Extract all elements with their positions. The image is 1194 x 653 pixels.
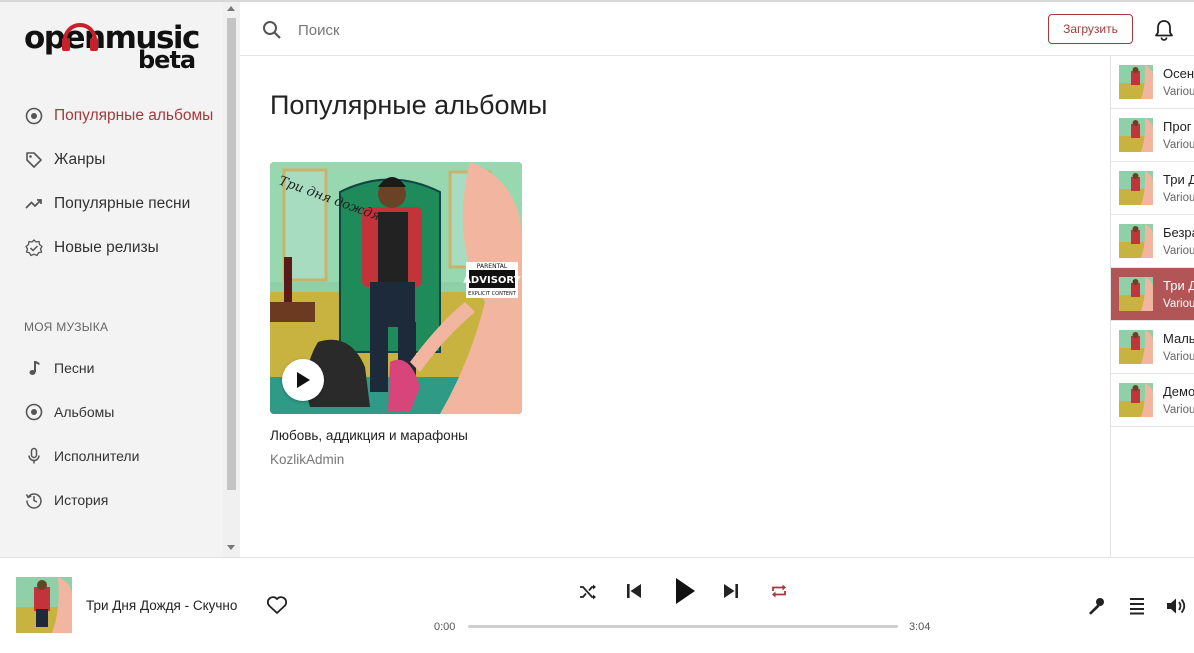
microphone-icon [24, 446, 44, 466]
queue-thumbnail [1119, 277, 1153, 311]
queue-item-artist: Variou [1163, 192, 1194, 204]
nav-new-releases[interactable]: Новые релизы [24, 236, 159, 260]
time-total: 3:04 [909, 621, 931, 633]
queue-thumbnail [1119, 224, 1153, 258]
queue-item-active[interactable]: Три Д Variou [1111, 268, 1194, 321]
queue-item-title: Три Д [1163, 278, 1194, 293]
disc-icon [24, 106, 44, 126]
queue-item-artist: Variou [1163, 86, 1194, 98]
nav-artists[interactable]: Исполнители [24, 444, 139, 468]
skip-next-icon [724, 584, 738, 598]
shuffle-button[interactable] [577, 582, 599, 602]
scroll-thumb[interactable] [227, 18, 236, 490]
now-playing-title[interactable]: Три Дня Дождя - Скучно [86, 598, 237, 613]
progress-bar[interactable] [468, 625, 898, 628]
queue-thumbnail [1119, 118, 1153, 152]
queue-item-artist: Variou [1163, 404, 1194, 416]
nav-label: Песни [54, 360, 95, 376]
album-title[interactable]: Любовь, аддикция и марафоны [270, 428, 468, 443]
queue-item-artist: Variou [1163, 245, 1194, 257]
microphone-icon [1089, 598, 1104, 615]
queue-thumbnail [1119, 65, 1153, 99]
search-icon[interactable] [262, 20, 282, 40]
shuffle-icon [580, 584, 596, 600]
queue-item[interactable]: Демо Variou [1111, 374, 1194, 427]
scroll-up-arrow[interactable] [227, 6, 235, 11]
nav-popular-songs[interactable]: Популярные песни [24, 192, 190, 216]
album-artist[interactable]: KozlikAdmin [270, 452, 344, 467]
queue-item[interactable]: Мальч Variou [1111, 321, 1194, 374]
section-my-music: МОЯ МУЗЫКА [24, 320, 109, 334]
nav-history[interactable]: История [24, 488, 108, 512]
svg-text:ADVISORY: ADVISORY [463, 275, 521, 286]
time-elapsed: 0:00 [434, 621, 456, 633]
upload-button[interactable]: Загрузить [1048, 14, 1133, 44]
nav-label: Исполнители [54, 448, 140, 464]
play-album-button[interactable] [282, 359, 324, 401]
queue-item-title: Прог [1163, 119, 1192, 134]
history-icon [24, 490, 44, 510]
queue-thumbnail [1119, 330, 1153, 364]
svg-text:EXPLICIT CONTENT: EXPLICIT CONTENT [468, 291, 517, 297]
queue-item-title: Демо [1163, 384, 1194, 399]
queue-thumbnail [1119, 171, 1153, 205]
heart-icon[interactable] [266, 595, 288, 615]
volume-icon [1167, 598, 1186, 614]
queue-item-title: Безра [1163, 225, 1194, 240]
now-playing-cover[interactable] [16, 577, 72, 633]
queue-item[interactable]: Прог Variou [1111, 109, 1194, 162]
play-icon [676, 578, 695, 604]
bell-icon[interactable] [1154, 19, 1174, 41]
queue-item-artist: Variou [1163, 298, 1194, 310]
skip-previous-icon [627, 584, 641, 598]
queue-button[interactable] [1126, 595, 1148, 617]
queue-item[interactable]: Три Д Variou [1111, 162, 1194, 215]
next-button[interactable] [720, 581, 742, 601]
play-button[interactable] [670, 575, 700, 607]
volume-button[interactable] [1164, 595, 1190, 617]
queue-list-icon [1130, 598, 1144, 615]
nav-popular-albums[interactable]: Популярные альбомы [24, 104, 213, 128]
queue-item-title: Три Д [1163, 172, 1194, 187]
logo-beta: beta [138, 46, 196, 74]
nav-label: Популярные альбомы [54, 107, 214, 124]
verified-icon [24, 238, 44, 258]
nav-label: Альбомы [54, 404, 115, 420]
disc-icon [24, 402, 44, 422]
nav-songs[interactable]: Песни [24, 356, 94, 380]
scroll-down-arrow[interactable] [227, 545, 235, 550]
nav-label: Жанры [54, 151, 106, 168]
nav-label: Популярные песни [54, 195, 191, 212]
nav-label: История [54, 492, 109, 508]
queue-panel: Осен Variou Прог Variou Три Д Variou Без… [1110, 56, 1194, 557]
sidebar: openmusic beta Популярные альбомы Жанры … [0, 2, 240, 557]
queue-item-artist: Variou [1163, 351, 1194, 363]
repeat-button[interactable] [768, 581, 790, 601]
app-logo[interactable]: openmusic beta [24, 16, 204, 74]
repeat-icon [772, 584, 786, 598]
search-input[interactable] [298, 18, 898, 42]
trending-icon [24, 194, 44, 214]
page-title: Популярные альбомы [270, 90, 548, 120]
nav-albums[interactable]: Альбомы [24, 400, 114, 424]
queue-item-artist: Variou [1163, 139, 1194, 151]
queue-thumbnail [1119, 383, 1153, 417]
previous-button[interactable] [623, 581, 645, 601]
music-note-icon [24, 358, 44, 378]
nav-genres[interactable]: Жанры [24, 148, 105, 172]
queue-item-title: Осен [1163, 66, 1194, 81]
queue-item-title: Мальч [1163, 331, 1194, 346]
play-icon [297, 372, 310, 388]
queue-item[interactable]: Безра Variou [1111, 215, 1194, 268]
tag-icon [24, 150, 44, 170]
nav-label: Новые релизы [54, 239, 159, 256]
queue-item[interactable]: Осен Variou [1111, 56, 1194, 109]
lyrics-button[interactable] [1085, 595, 1107, 617]
svg-text:PARENTAL: PARENTAL [477, 263, 508, 270]
headphones-icon [62, 23, 98, 51]
